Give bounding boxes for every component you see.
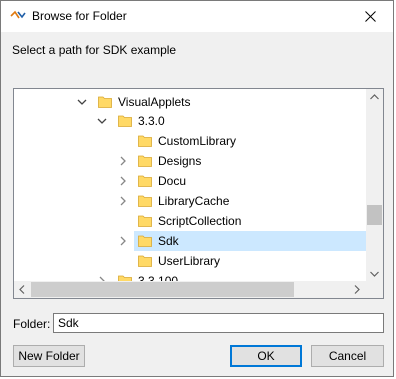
folder-icon xyxy=(138,135,152,147)
tree-item-label: LibraryCache xyxy=(158,194,230,208)
tree-item-label: Sdk xyxy=(158,234,179,248)
vertical-scroll-thumb[interactable] xyxy=(367,205,382,225)
scroll-down-arrow-icon[interactable] xyxy=(370,271,379,277)
tree-item-scriptcollection[interactable]: ScriptCollection xyxy=(14,211,366,231)
close-icon xyxy=(364,11,376,22)
folder-input[interactable] xyxy=(53,313,384,333)
ok-button[interactable]: OK xyxy=(230,345,302,367)
folder-icon xyxy=(138,155,152,167)
tree-item-sdk[interactable]: Sdk xyxy=(14,231,368,251)
tree-item-label: 3.3.0 xyxy=(138,114,165,128)
tree-item-visualapplets[interactable]: VisualApplets xyxy=(14,92,366,112)
folder-icon xyxy=(138,195,152,207)
scroll-right-arrow-icon[interactable] xyxy=(354,285,360,294)
chevron-down-icon[interactable] xyxy=(96,115,108,127)
new-folder-button[interactable]: New Folder xyxy=(13,345,85,367)
folder-field-label: Folder: xyxy=(13,317,51,331)
scroll-up-arrow-icon[interactable] xyxy=(370,94,379,100)
close-button[interactable] xyxy=(347,1,393,32)
chevron-down-icon[interactable] xyxy=(76,96,88,108)
title-bar: Browse for Folder xyxy=(1,1,393,32)
tree-item-3-3-0[interactable]: 3.3.0 xyxy=(14,111,366,131)
tree-item-label: UserLibrary xyxy=(158,254,221,268)
window-title: Browse for Folder xyxy=(32,9,127,23)
tree-item-docu[interactable]: Docu xyxy=(14,171,366,191)
browse-for-folder-dialog: Browse for Folder Select a path for SDK … xyxy=(0,0,394,377)
chevron-right-icon[interactable] xyxy=(117,195,129,207)
tree-item-label: CustomLibrary xyxy=(158,134,237,148)
scrollbar-corner xyxy=(366,281,383,298)
tree-item-customlibrary[interactable]: CustomLibrary xyxy=(14,131,366,151)
tree-item-label: VisualApplets xyxy=(118,95,191,109)
chevron-right-icon[interactable] xyxy=(117,175,129,187)
folder-icon xyxy=(138,175,152,187)
tree-item-userlibrary[interactable]: UserLibrary xyxy=(14,251,366,271)
horizontal-scrollbar[interactable] xyxy=(14,281,366,298)
folder-icon xyxy=(98,96,112,108)
tree-item-label: Designs xyxy=(158,154,202,168)
tree-item-librarycache[interactable]: LibraryCache xyxy=(14,191,366,211)
cancel-button[interactable]: Cancel xyxy=(311,345,384,367)
app-logo-icon xyxy=(10,10,26,19)
horizontal-scroll-thumb[interactable] xyxy=(31,282,294,297)
folder-icon xyxy=(118,115,132,127)
chevron-right-icon[interactable] xyxy=(117,155,129,167)
vertical-scrollbar[interactable] xyxy=(366,89,383,282)
tree-item-label: ScriptCollection xyxy=(158,214,242,228)
scroll-left-arrow-icon[interactable] xyxy=(19,285,25,294)
folder-icon xyxy=(138,235,152,247)
tree-item-label: Docu xyxy=(158,174,187,188)
folder-icon xyxy=(138,255,152,267)
chevron-right-icon[interactable] xyxy=(117,235,129,247)
tree-item-designs[interactable]: Designs xyxy=(14,151,366,171)
instruction-text: Select a path for SDK example xyxy=(12,43,177,57)
folder-tree[interactable]: VisualApplets 3.3.0 CustomLibrary Design… xyxy=(13,88,384,299)
folder-icon xyxy=(138,215,152,227)
